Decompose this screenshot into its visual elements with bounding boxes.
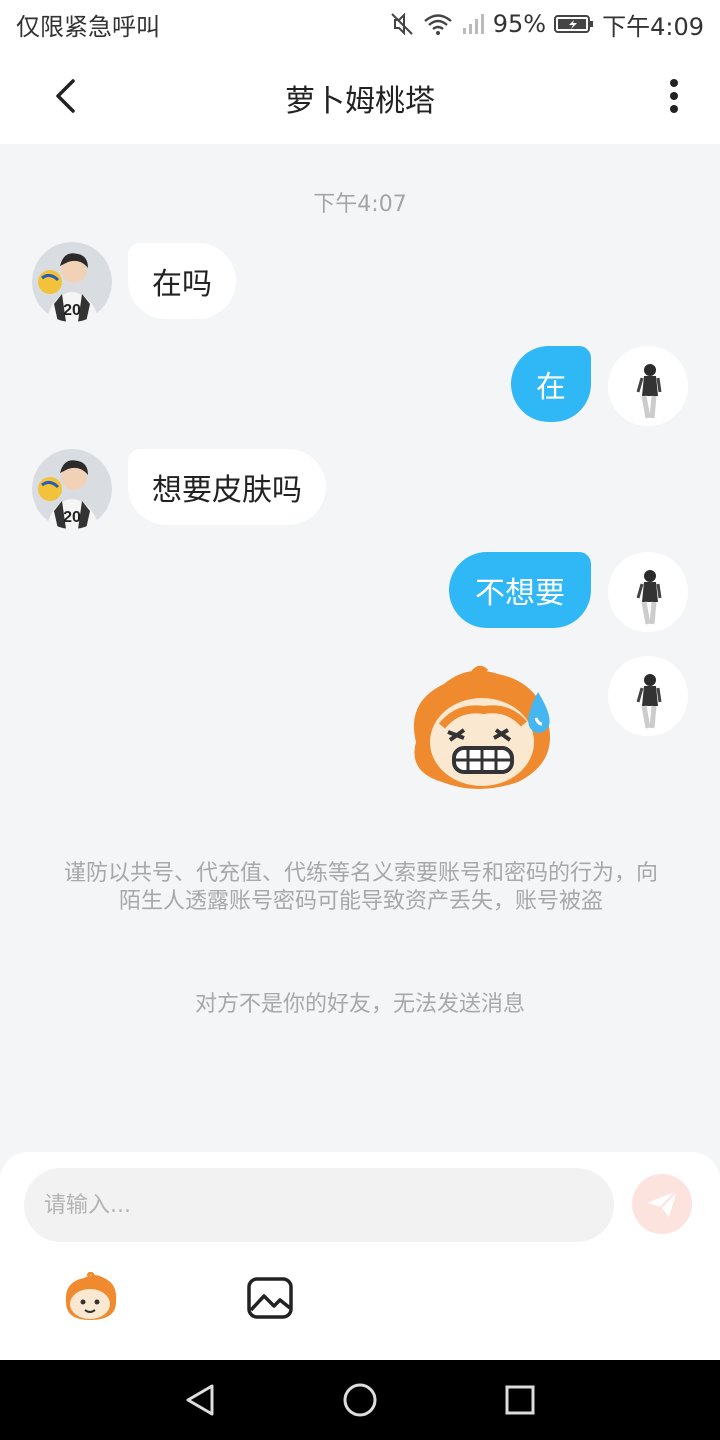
- system-nav-bar: [0, 1360, 720, 1440]
- triangle-back-icon: [186, 1384, 214, 1416]
- mute-icon: [389, 11, 415, 37]
- square-recents-icon: [505, 1385, 535, 1415]
- user-avatar[interactable]: [608, 346, 688, 426]
- sticker-face-icon: [65, 1271, 117, 1320]
- send-button[interactable]: [632, 1174, 692, 1234]
- signal-icon: [461, 12, 485, 36]
- jersey-number: 20: [63, 509, 81, 526]
- circle-home-icon: [343, 1383, 377, 1417]
- message-bubble-outgoing[interactable]: 不想要: [449, 552, 591, 628]
- contact-avatar[interactable]: 20: [32, 449, 112, 529]
- system-back-button[interactable]: [180, 1380, 220, 1420]
- wifi-icon: [423, 12, 453, 36]
- message-bubble-incoming[interactable]: 在吗: [128, 243, 236, 319]
- user-avatar[interactable]: [608, 552, 688, 632]
- status-icons: 95% 下午4:09: [389, 7, 704, 42]
- battery-icon: [554, 14, 594, 34]
- not-friend-notice: 对方不是你的好友，无法发送消息: [194, 992, 525, 1017]
- status-bar: 仅限紧急呼叫 95% 下午4:09: [0, 0, 720, 48]
- sweating-face-sticker[interactable]: [398, 662, 568, 798]
- security-notice: 谨防以共号、代充值、代练等名义索要账号和密码的行为，向陌生人透露账号密码可能导致…: [63, 861, 658, 914]
- status-carrier-text: 仅限紧急呼叫: [16, 12, 160, 41]
- contact-avatar[interactable]: 20: [32, 242, 112, 322]
- status-time: 下午4:09: [602, 12, 704, 41]
- user-avatar[interactable]: [608, 656, 688, 736]
- battery-percent: 95%: [492, 10, 547, 38]
- more-vertical-icon: [670, 79, 678, 113]
- nav-bar: 萝卜姆桃塔: [0, 48, 720, 144]
- image-icon: [247, 1277, 293, 1319]
- system-home-button[interactable]: [340, 1380, 380, 1420]
- chat-area[interactable]: 下午4:07 20 在吗 在 20 想要皮肤吗 不想要 谨防以共号、代充值、代练…: [0, 144, 720, 1154]
- jersey-number: 20: [63, 302, 81, 319]
- chat-title: 萝卜姆桃塔: [285, 84, 435, 119]
- system-recents-button[interactable]: [500, 1380, 540, 1420]
- send-icon: [647, 1190, 678, 1217]
- message-input[interactable]: [24, 1168, 614, 1242]
- message-bubble-outgoing[interactable]: 在: [511, 346, 591, 422]
- input-panel: [0, 1152, 720, 1360]
- message-timestamp: 下午4:07: [313, 192, 407, 217]
- emoji-sticker-button[interactable]: [60, 1271, 120, 1324]
- image-picker-button[interactable]: [246, 1276, 294, 1320]
- more-options-button[interactable]: [654, 74, 694, 118]
- message-bubble-incoming[interactable]: 想要皮肤吗: [128, 449, 326, 525]
